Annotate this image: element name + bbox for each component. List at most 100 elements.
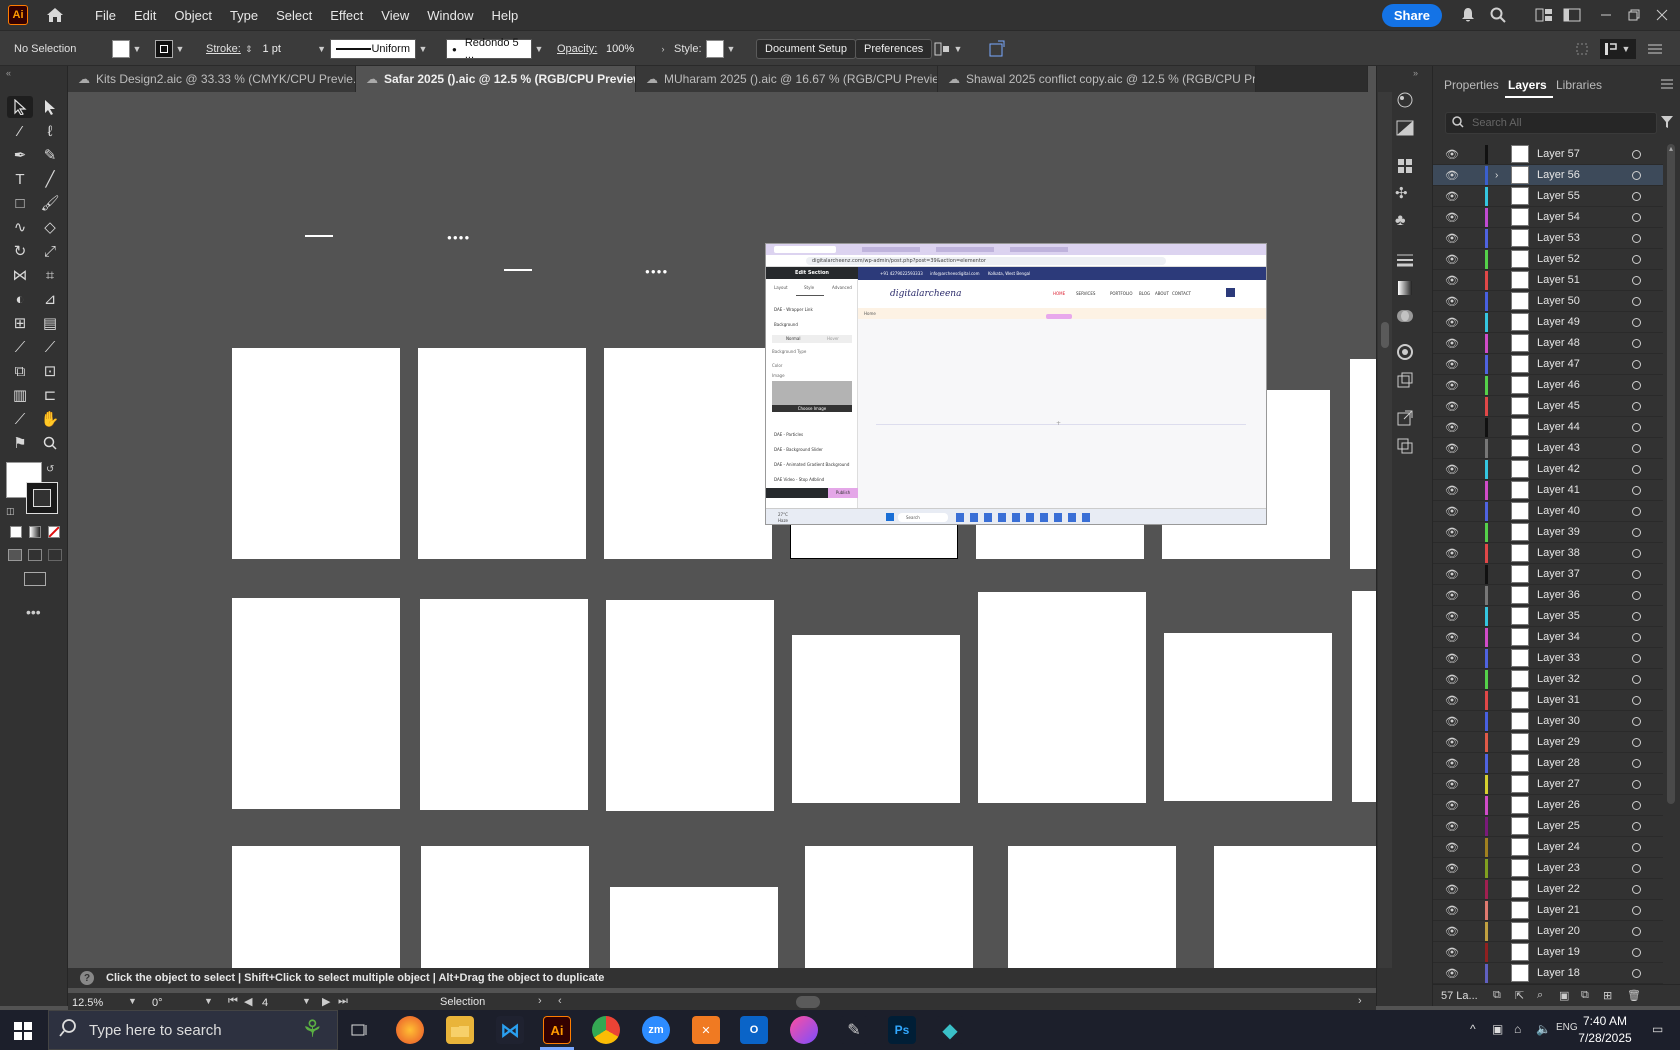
new-sublayer-icon[interactable]: ⧉ bbox=[1581, 989, 1589, 1002]
layer-name[interactable]: Layer 29 bbox=[1537, 736, 1580, 748]
eye-icon[interactable]: 👁 bbox=[1445, 273, 1459, 287]
target-circle-icon[interactable] bbox=[1632, 884, 1641, 894]
layer-name[interactable]: Layer 34 bbox=[1537, 631, 1580, 643]
tab-layers[interactable]: Layers bbox=[1508, 78, 1547, 92]
layer-row[interactable]: 👁 Layer 48 bbox=[1433, 333, 1663, 354]
tab-safar-2025[interactable]: ☁ Safar 2025 ().aic @ 12.5 % (RGB/CPU Pr… bbox=[356, 66, 636, 92]
layer-row[interactable]: 👁 Layer 37 bbox=[1433, 564, 1663, 585]
panel-menu-icon[interactable] bbox=[1661, 78, 1673, 92]
layer-name[interactable]: Layer 32 bbox=[1537, 673, 1580, 685]
layer-row[interactable]: 👁 Layer 43 bbox=[1433, 438, 1663, 459]
layer-row[interactable]: 👁 Layer 39 bbox=[1433, 522, 1663, 543]
selection-tool-icon[interactable] bbox=[7, 96, 33, 118]
notifications-icon[interactable]: ▭ bbox=[1652, 1022, 1663, 1036]
menu-object[interactable]: Object bbox=[165, 8, 221, 23]
layer-row[interactable]: 👁 Layer 57 bbox=[1433, 144, 1663, 165]
target-circle-icon[interactable] bbox=[1632, 842, 1641, 852]
layer-row[interactable]: 👁 Layer 54 bbox=[1433, 207, 1663, 228]
dots-object[interactable]: ●●●● bbox=[447, 233, 470, 242]
layer-name[interactable]: Layer 44 bbox=[1537, 421, 1580, 433]
artboard[interactable] bbox=[610, 887, 778, 968]
brush-definition[interactable]: ● Redondo 5 ... bbox=[446, 37, 532, 61]
layer-name[interactable]: Layer 42 bbox=[1537, 463, 1580, 475]
target-circle-icon[interactable] bbox=[1632, 548, 1641, 558]
rectangle-tool-icon[interactable]: □ bbox=[7, 192, 33, 214]
draw-behind-icon[interactable] bbox=[28, 549, 42, 561]
menu-effect[interactable]: Effect bbox=[321, 8, 372, 23]
clipping-mask-icon[interactable]: ▣ bbox=[1559, 989, 1569, 1002]
layer-name[interactable]: Layer 38 bbox=[1537, 547, 1580, 559]
blend-tool-icon[interactable]: ⧉ bbox=[7, 360, 33, 382]
transform-icon[interactable] bbox=[1575, 39, 1589, 59]
target-circle-icon[interactable] bbox=[1632, 380, 1641, 390]
artboard[interactable] bbox=[232, 598, 400, 809]
target-circle-icon[interactable] bbox=[1632, 821, 1641, 831]
target-circle-icon[interactable] bbox=[1632, 800, 1641, 810]
layer-name[interactable]: Layer 31 bbox=[1537, 694, 1580, 706]
brushes-icon[interactable]: ✣ bbox=[1395, 184, 1415, 204]
artboard[interactable] bbox=[792, 635, 960, 803]
layer-row[interactable]: 👁 Layer 46 bbox=[1433, 375, 1663, 396]
layer-row[interactable]: 👁 Layer 30 bbox=[1433, 711, 1663, 732]
layer-name[interactable]: Layer 57 bbox=[1537, 148, 1580, 160]
artboard[interactable] bbox=[604, 348, 772, 559]
chevron-up-icon[interactable]: ^ bbox=[1470, 1022, 1476, 1036]
scroll-up-icon[interactable]: ▴ bbox=[1669, 144, 1673, 153]
clock-time[interactable]: 7:40 AM bbox=[1570, 1014, 1640, 1028]
target-circle-icon[interactable] bbox=[1632, 653, 1641, 663]
draw-normal-icon[interactable] bbox=[8, 549, 22, 561]
placed-screenshot[interactable]: digitalarcheenz.com/wp-admin/post.php?po… bbox=[765, 243, 1267, 525]
layer-row[interactable]: 👁 Layer 27 bbox=[1433, 774, 1663, 795]
target-circle-icon[interactable] bbox=[1632, 275, 1641, 285]
chrome-icon[interactable] bbox=[592, 1016, 620, 1044]
eye-icon[interactable]: 👁 bbox=[1445, 504, 1459, 518]
chevron-down-icon[interactable]: ▼ bbox=[724, 40, 738, 58]
layer-row[interactable]: 👁 › Layer 56 bbox=[1433, 165, 1663, 186]
layer-name[interactable]: Layer 49 bbox=[1537, 316, 1580, 328]
artboard-selected[interactable] bbox=[790, 522, 958, 559]
target-circle-icon[interactable] bbox=[1632, 443, 1641, 453]
arrange-documents-icon[interactable] bbox=[1532, 3, 1556, 27]
layer-name[interactable]: Layer 43 bbox=[1537, 442, 1580, 454]
target-circle-icon[interactable] bbox=[1632, 695, 1641, 705]
paintbrush-tool-icon[interactable]: 🖌 bbox=[37, 192, 63, 214]
layer-row[interactable]: 👁 Layer 26 bbox=[1433, 795, 1663, 816]
target-circle-icon[interactable] bbox=[1632, 422, 1641, 432]
slice-tool-icon[interactable]: ⟋ bbox=[7, 408, 33, 430]
share-button[interactable]: Share bbox=[1381, 3, 1442, 27]
help-icon[interactable]: ? bbox=[80, 971, 94, 985]
menu-lines-icon[interactable] bbox=[1648, 39, 1662, 59]
volume-icon[interactable]: 🔈 bbox=[1536, 1022, 1551, 1036]
artboards-icon[interactable] bbox=[1395, 436, 1415, 456]
color-guide-icon[interactable] bbox=[1395, 90, 1415, 110]
opacity-label[interactable]: Opacity: bbox=[557, 39, 597, 59]
layer-name[interactable]: Layer 35 bbox=[1537, 610, 1580, 622]
tab-kits-design[interactable]: ☁ Kits Design2.aic @ 33.33 % (CMYK/CPU P… bbox=[68, 66, 356, 92]
artboard-tool-icon[interactable]: ⊏ bbox=[37, 384, 63, 406]
tray-app-icon[interactable]: ▣ bbox=[1492, 1022, 1503, 1036]
eye-icon[interactable]: 👁 bbox=[1445, 546, 1459, 560]
target-circle-icon[interactable] bbox=[1632, 779, 1641, 789]
chevron-down-icon[interactable]: ▼ bbox=[532, 40, 546, 58]
creative-cloud-icon[interactable] bbox=[790, 1016, 818, 1044]
eye-icon[interactable]: 👁 bbox=[1445, 147, 1459, 161]
eye-icon[interactable]: 👁 bbox=[1445, 777, 1459, 791]
width-tool-icon[interactable]: ⋈ bbox=[7, 264, 33, 286]
hand-tool-icon[interactable]: ✋ bbox=[37, 408, 63, 430]
artboard[interactable] bbox=[232, 846, 400, 968]
layer-name[interactable]: Layer 52 bbox=[1537, 253, 1580, 265]
layer-name[interactable]: Layer 46 bbox=[1537, 379, 1580, 391]
target-circle-icon[interactable] bbox=[1632, 506, 1641, 516]
xampp-icon[interactable]: ✕ bbox=[692, 1016, 720, 1044]
layer-row[interactable]: 👁 Layer 51 bbox=[1433, 270, 1663, 291]
target-circle-icon[interactable] bbox=[1632, 233, 1641, 243]
target-circle-icon[interactable] bbox=[1632, 527, 1641, 537]
properties-toggle-icon[interactable]: ▼ bbox=[1600, 39, 1636, 59]
layer-row[interactable]: 👁 Layer 31 bbox=[1433, 690, 1663, 711]
menu-file[interactable]: File bbox=[86, 8, 125, 23]
eye-icon[interactable]: 👁 bbox=[1445, 336, 1459, 350]
fill-swatch[interactable] bbox=[112, 40, 130, 58]
eye-icon[interactable]: 👁 bbox=[1445, 168, 1459, 182]
layer-row[interactable]: 👁 Layer 33 bbox=[1433, 648, 1663, 669]
eye-icon[interactable]: 👁 bbox=[1445, 966, 1459, 980]
